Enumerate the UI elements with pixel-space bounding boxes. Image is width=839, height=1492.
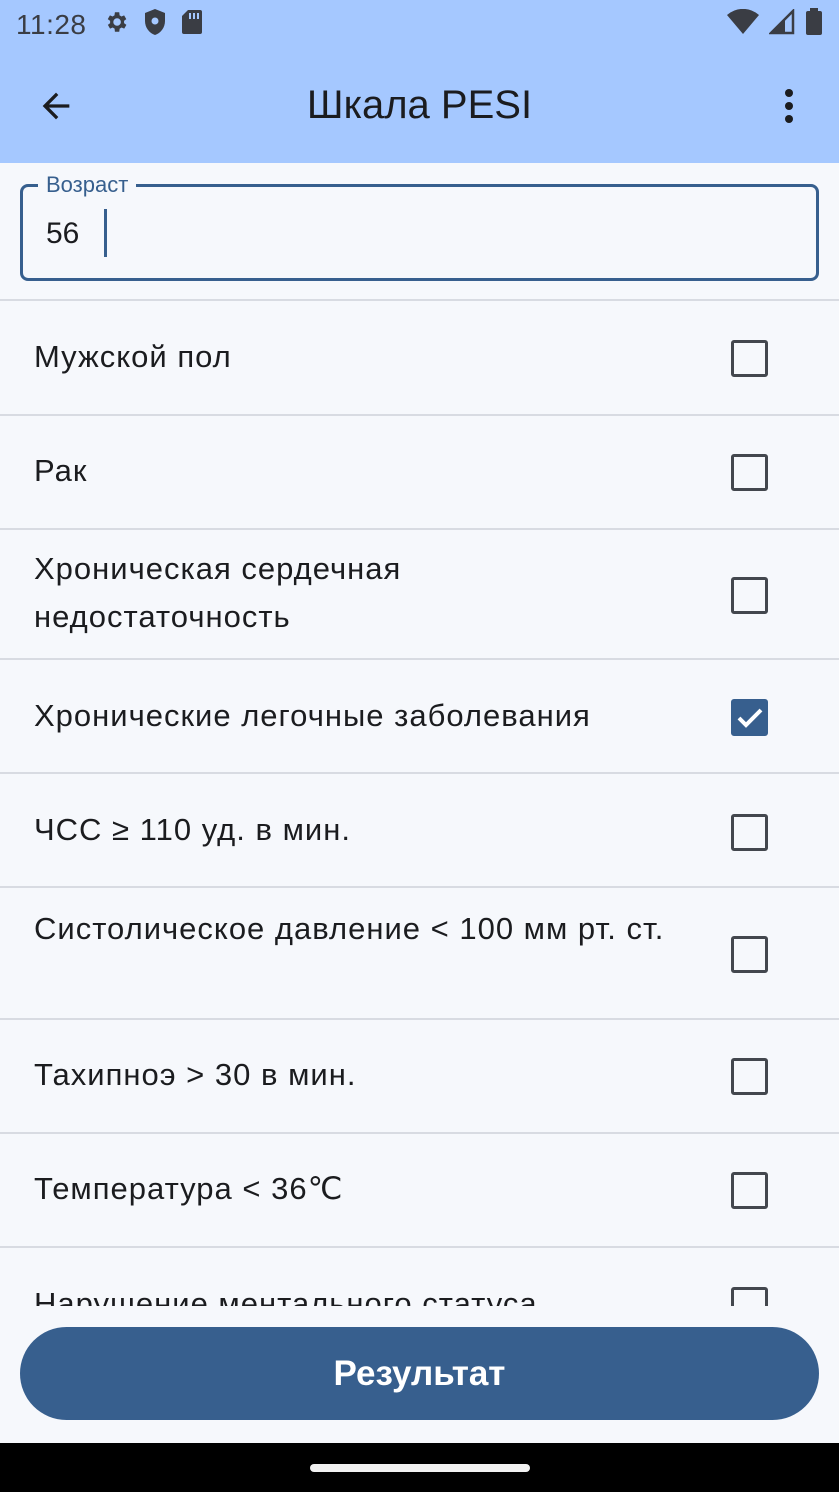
status-bar: 11:28 — [0, 0, 839, 50]
sd-card-icon — [181, 9, 203, 42]
shield-icon — [143, 8, 167, 43]
status-time: 11:28 — [16, 9, 87, 40]
criterion-row-male[interactable]: Мужской пол — [0, 300, 839, 414]
checkbox[interactable] — [731, 454, 768, 491]
criterion-label: ЧСС ≥ 110 уд. в мин. — [34, 812, 351, 847]
criterion-row-mental-status[interactable]: Нарушение ментального статуса — [0, 1248, 839, 1306]
result-button[interactable]: Результат — [20, 1327, 819, 1420]
checkbox[interactable] — [731, 1287, 768, 1306]
more-options-button[interactable] — [767, 82, 811, 134]
checkbox-checked[interactable] — [731, 699, 768, 736]
criterion-label: Тахипноэ > 30 в мин. — [34, 1057, 357, 1092]
app-bar: Шкала PESI — [0, 50, 839, 163]
cell-signal-icon — [767, 7, 795, 42]
criteria-list[interactable]: Мужской пол Рак Хроническая сердечная не… — [0, 300, 839, 1306]
criterion-row-temperature[interactable]: Температура < 36℃ — [0, 1134, 839, 1246]
checkbox[interactable] — [731, 814, 768, 851]
criterion-row-systolic[interactable]: Систолическое давление < 100 мм рт. ст. — [0, 888, 839, 1018]
system-nav-bar — [0, 1443, 839, 1492]
gear-icon — [103, 9, 129, 42]
age-field-label: Возраст — [38, 172, 137, 198]
battery-icon — [805, 7, 823, 43]
check-icon — [737, 708, 763, 728]
criterion-row-heart-failure[interactable]: Хроническая сердечная недостаточность — [0, 530, 839, 658]
criterion-row-heart-rate[interactable]: ЧСС ≥ 110 уд. в мин. — [0, 774, 839, 886]
checkbox[interactable] — [731, 340, 768, 377]
age-field[interactable]: Возраст — [20, 172, 819, 281]
home-gesture-handle[interactable] — [310, 1464, 530, 1472]
criterion-label: Нарушение ментального статуса — [34, 1286, 538, 1306]
checkbox[interactable] — [731, 1058, 768, 1095]
criterion-label: Температура < 36℃ — [34, 1171, 344, 1206]
criterion-row-tachypnea[interactable]: Тахипноэ > 30 в мин. — [0, 1020, 839, 1132]
checkbox[interactable] — [731, 1172, 768, 1209]
criterion-label: Систолическое давление < 100 мм рт. ст. — [34, 911, 665, 946]
criterion-row-cancer[interactable]: Рак — [0, 416, 839, 528]
criterion-label: Хроническая сердечная недостаточность — [34, 551, 402, 634]
criterion-label: Мужской пол — [34, 339, 232, 374]
criterion-label: Рак — [34, 453, 88, 488]
criterion-label: Хронические легочные заболевания — [34, 698, 591, 733]
more-vert-icon — [783, 88, 795, 129]
criterion-row-lung-disease[interactable]: Хронические легочные заболевания — [0, 660, 839, 772]
wifi-icon — [727, 8, 759, 42]
age-input[interactable] — [46, 214, 786, 254]
text-caret — [104, 209, 107, 257]
checkbox[interactable] — [731, 577, 768, 614]
page-title: Шкала PESI — [306, 83, 533, 127]
checkbox[interactable] — [731, 936, 768, 973]
